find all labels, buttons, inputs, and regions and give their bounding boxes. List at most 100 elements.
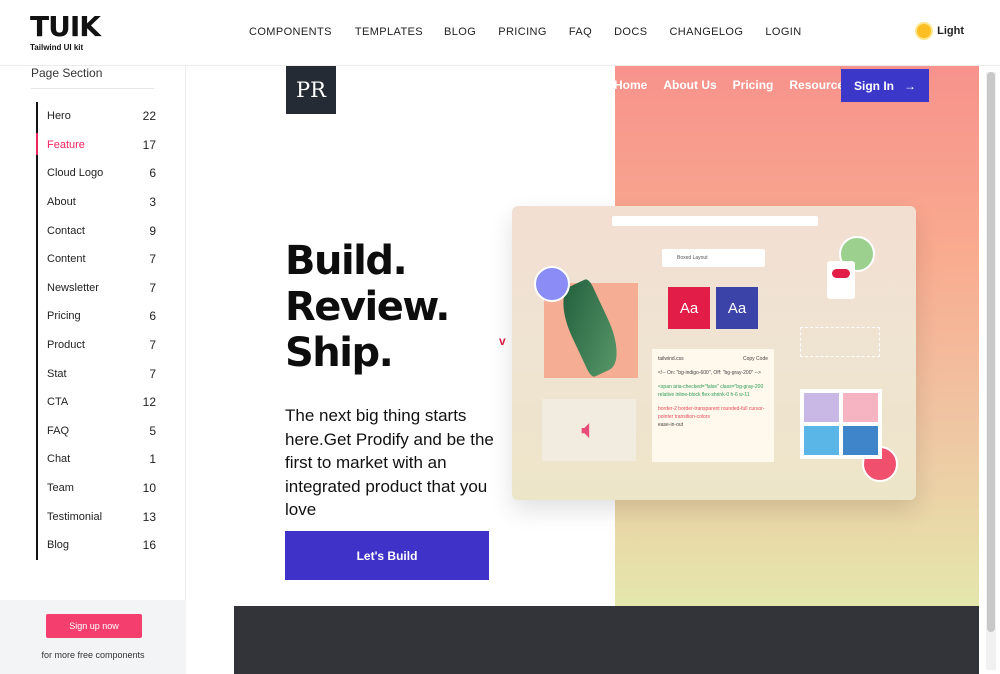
typography-swatch-blue: Aa	[716, 287, 758, 329]
sidebar-item-count: 7	[149, 252, 156, 267]
sidebar-item-chat[interactable]: Chat 1	[38, 445, 156, 474]
code-line: <!-- On: "bg-indigo-600", Off: "bg-gray-…	[658, 370, 761, 376]
sidebar-item-cloud-logo[interactable]: Cloud Logo 6	[38, 159, 156, 188]
sidebar-item-content[interactable]: Content 7	[38, 245, 156, 274]
hero-subtext: The next big thing starts here.Get Prodi…	[285, 406, 494, 519]
mock-placeholder-box	[800, 327, 880, 357]
sidebar-item-label: Hero	[47, 110, 71, 123]
sidebar-item-count: 7	[149, 280, 156, 295]
code-line: border-2 border-transparent rounded-full…	[658, 406, 765, 420]
sidebar-item-count: 13	[142, 509, 156, 524]
section-divider	[31, 88, 154, 89]
nav-pricing[interactable]: PRICING	[498, 26, 547, 38]
sidebar-item-count: 17	[142, 137, 156, 152]
nav-login[interactable]: LOGIN	[765, 26, 801, 38]
typography-swatch-red: Aa	[668, 287, 710, 329]
sidebar-item-testimonial[interactable]: Testimonial 13	[38, 502, 156, 531]
sidebar-item-hero[interactable]: Hero 22	[38, 102, 156, 131]
sign-in-label: Sign In	[854, 78, 894, 93]
speaker-icon: 🔈︎	[581, 414, 597, 444]
promo-note: for more free components	[41, 650, 145, 660]
sidebar-item-team[interactable]: Team 10	[38, 474, 156, 503]
avatar	[534, 266, 570, 302]
sidebar-item-label: Team	[47, 482, 74, 495]
sidebar-item-count: 6	[149, 166, 156, 181]
sidebar-item-count: 7	[149, 338, 156, 353]
scrollbar[interactable]	[986, 72, 996, 670]
sidebar-item-about[interactable]: About 3	[38, 188, 156, 217]
theme-label: Light	[937, 25, 964, 37]
sidebar-item-count: 12	[142, 395, 156, 410]
headline-line-3: Ship.	[285, 330, 394, 376]
sidebar-item-newsletter[interactable]: Newsletter 7	[38, 274, 156, 303]
nav-components[interactable]: COMPONENTS	[249, 26, 332, 38]
mock-search-field: Boxed Layout	[662, 249, 765, 267]
toggle-switch-icon	[832, 269, 850, 278]
sidebar-item-label: Feature	[47, 138, 85, 151]
nav-faq[interactable]: FAQ	[569, 26, 592, 38]
code-line: ease-in-out	[658, 422, 684, 428]
component-preview: PR Home About Us Pricing Resources Sign …	[234, 66, 979, 606]
lets-build-button[interactable]: Let's Build	[285, 531, 489, 580]
code-card-header: tailwind.css Copy Code	[658, 355, 768, 363]
preview-footer-band	[234, 606, 979, 674]
sidebar-item-stat[interactable]: Stat 7	[38, 359, 156, 388]
headline-line-1: Build.	[285, 238, 408, 284]
nav-changelog[interactable]: CHANGELOG	[669, 26, 743, 38]
sidebar-item-contact[interactable]: Contact 9	[38, 216, 156, 245]
sidebar-item-label: About	[47, 196, 76, 209]
sidebar-item-label: Newsletter	[47, 281, 99, 294]
logo-subtitle: Tailwind UI kit	[30, 43, 84, 52]
sidebar-item-label: FAQ	[47, 424, 70, 437]
mock-address-bar	[612, 216, 818, 226]
photo-thumbnail	[804, 426, 839, 455]
sidebar: Page Section Hero 22 Feature 17 Cloud Logo…	[0, 66, 186, 674]
site-logo[interactable]: TUIK Tailwind UI kit	[30, 10, 101, 55]
top-header: TUIK Tailwind UI kit COMPONENTS TEMPLATE…	[0, 0, 1000, 66]
photo-thumbnail	[843, 426, 878, 455]
nav-templates[interactable]: TEMPLATES	[355, 26, 423, 38]
preview-nav-about[interactable]: About Us	[663, 78, 716, 92]
sidebar-list: Hero 22 Feature 17 Cloud Logo 6 About 3 Cont…	[36, 102, 156, 560]
logo-mark: TUIK	[30, 10, 101, 43]
sidebar-item-count: 9	[149, 223, 156, 238]
code-line: <span aria-checked="false" class="bg-gra…	[658, 384, 764, 398]
sidebar-item-count: 5	[149, 423, 156, 438]
mock-app-window: Boxed Layout Aa Aa tailwind.css Copy Cod…	[512, 206, 916, 500]
mock-code-card: tailwind.css Copy Code <!-- On: "bg-indi…	[652, 349, 774, 462]
preview-nav-pricing[interactable]: Pricing	[733, 78, 774, 92]
promo-panel: Sign up now for more free components	[0, 600, 186, 674]
sun-icon	[917, 24, 932, 38]
photo-thumbnail	[843, 393, 878, 422]
sidebar-item-label: Product	[47, 339, 85, 352]
sidebar-item-count: 6	[149, 309, 156, 324]
nav-docs[interactable]: DOCS	[614, 26, 647, 38]
sidebar-item-label: Content	[47, 253, 86, 266]
preview-logo[interactable]: PR	[286, 66, 336, 114]
mock-audio-card: 🔈︎	[542, 399, 636, 461]
sidebar-item-product[interactable]: Product 7	[38, 331, 156, 360]
arrow-right-icon: →	[904, 78, 916, 93]
preview-sign-in-button[interactable]: Sign In →	[841, 69, 929, 102]
sidebar-item-count: 10	[142, 481, 156, 496]
code-card-copy: Copy Code	[742, 356, 768, 362]
nav-blog[interactable]: BLOG	[444, 26, 476, 38]
sidebar-item-blog[interactable]: Blog 16	[38, 531, 156, 560]
scrollbar-thumb[interactable]	[987, 72, 995, 632]
sidebar-item-faq[interactable]: FAQ 5	[38, 417, 156, 446]
sidebar-item-feature[interactable]: Feature 17	[36, 131, 156, 160]
preview-nav-home[interactable]: Home	[614, 78, 647, 92]
sidebar-item-label: Contact	[47, 224, 85, 237]
sidebar-item-count: 22	[142, 109, 156, 124]
sidebar-item-cta[interactable]: CTA 12	[38, 388, 156, 417]
sidebar-item-count: 16	[142, 538, 156, 553]
theme-toggle[interactable]: Light	[917, 24, 964, 38]
sidebar-item-pricing[interactable]: Pricing 6	[38, 302, 156, 331]
photo-thumbnail	[804, 393, 839, 422]
sign-up-button[interactable]: Sign up now	[46, 614, 142, 638]
sidebar-item-label: Chat	[47, 453, 71, 466]
sidebar-item-label: Pricing	[47, 310, 81, 323]
headline-line-2: Review.	[285, 284, 450, 330]
mock-photo-grid	[800, 389, 882, 459]
sidebar-item-label: CTA	[47, 396, 69, 409]
